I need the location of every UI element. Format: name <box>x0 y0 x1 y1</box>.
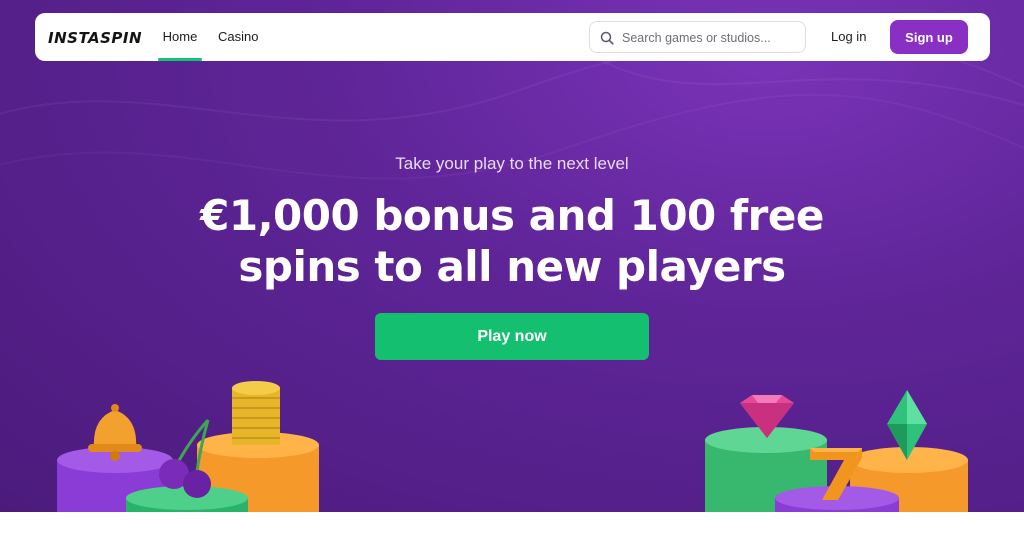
decorative-illustrations <box>57 381 968 512</box>
page-content-start <box>0 512 1024 538</box>
hero-banner: INSTASPIN Home Casino Log in Sign up Tak… <box>0 0 1024 512</box>
coin-stack-icon <box>232 381 280 445</box>
